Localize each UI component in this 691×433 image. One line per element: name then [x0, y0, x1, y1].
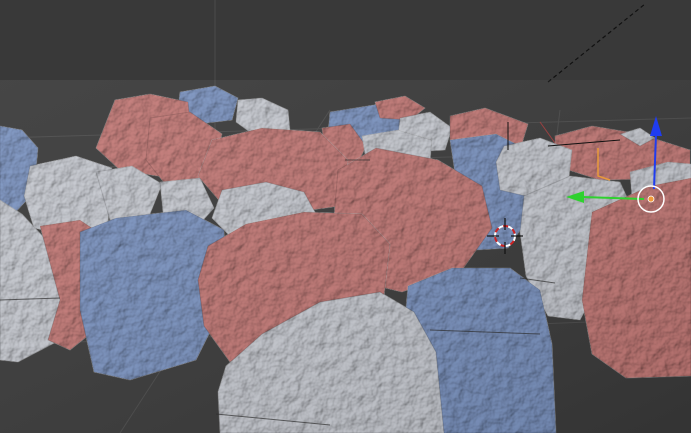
- dashed-helper-line: [547, 3, 646, 83]
- object-origin-dot: [647, 195, 655, 203]
- 3d-viewport[interactable]: [0, 0, 691, 433]
